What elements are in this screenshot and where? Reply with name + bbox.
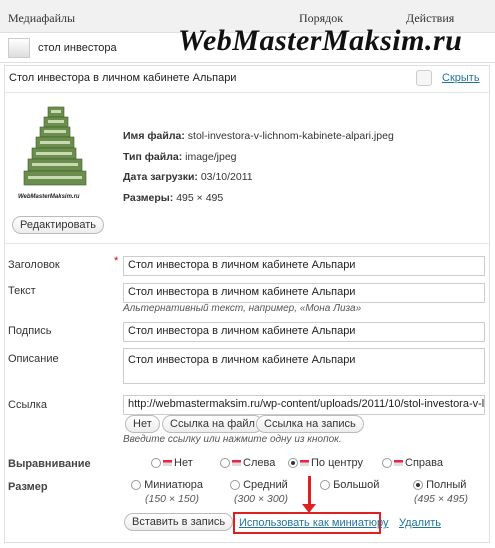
file-type: image/jpeg xyxy=(185,150,237,163)
size-label: Размер xyxy=(8,481,48,493)
panel-title: Стол инвестора в личном кабинете Альпари xyxy=(9,72,237,84)
caption-label: Подпись xyxy=(8,325,52,337)
link-label: Ссылка xyxy=(8,399,47,411)
caption-input[interactable]: Стол инвестора в личном кабинете Альпари xyxy=(123,322,485,342)
alt-text-hint: Альтернативный текст, например, «Мона Ли… xyxy=(123,303,362,314)
align-center-option[interactable]: По центру xyxy=(288,457,363,469)
align-center-icon xyxy=(300,460,309,467)
align-right-icon xyxy=(394,460,403,467)
watermark-logo: WebMasterMaksim.ru xyxy=(178,24,463,57)
align-none-icon xyxy=(163,460,172,467)
alt-text-label: Текст xyxy=(8,285,36,297)
size-large-option[interactable]: Большой xyxy=(320,479,379,491)
size-thumb-text: Миниатюра xyxy=(144,479,203,491)
size-thumb-radio[interactable] xyxy=(131,480,141,491)
align-none-option[interactable]: Нет xyxy=(151,457,193,469)
order-checkbox[interactable] xyxy=(416,70,432,86)
size-full-option[interactable]: Полный xyxy=(413,479,466,491)
align-left-radio[interactable] xyxy=(220,458,230,469)
panel-divider xyxy=(4,92,490,93)
align-label: Выравнивание xyxy=(8,458,91,470)
align-right-radio[interactable] xyxy=(382,458,392,469)
align-left-text: Слева xyxy=(243,457,276,469)
file-name: stol-investora-v-lichnom-kabinete-alpari… xyxy=(187,130,394,142)
required-marker: * xyxy=(114,255,119,267)
align-center-text: По центру xyxy=(311,457,363,469)
size-thumb-option[interactable]: Миниатюра xyxy=(131,479,203,491)
size-medium-option[interactable]: Средний xyxy=(230,479,288,491)
description-label: Описание xyxy=(8,353,59,365)
size-large-text: Большой xyxy=(333,479,380,491)
title-label: Заголовок xyxy=(8,259,60,271)
link-hint: Введите ссылку или нажмите одну из кнопо… xyxy=(123,434,342,445)
upload-date-label: Дата загрузки: xyxy=(123,171,198,183)
link-none-button[interactable]: Нет xyxy=(125,415,160,433)
align-center-radio[interactable] xyxy=(288,458,298,469)
alt-text-input[interactable]: Стол инвестора в личном кабинете Альпари xyxy=(123,283,485,303)
highlight-arrow xyxy=(308,476,311,506)
media-row-title: стол инвестора xyxy=(38,42,117,54)
dimensions-label: Размеры: xyxy=(123,191,174,204)
header-media: Медиафайлы xyxy=(8,11,76,25)
size-full-dim: (495 × 495) xyxy=(414,493,468,505)
size-large-radio[interactable] xyxy=(320,480,330,491)
money-tower-image xyxy=(20,103,92,205)
hide-link[interactable]: Скрыть xyxy=(442,72,480,84)
size-medium-radio[interactable] xyxy=(230,480,240,491)
align-left-icon xyxy=(232,460,241,467)
size-thumb-dim: (150 × 150) xyxy=(145,493,199,505)
edit-image-button[interactable]: Редактировать xyxy=(12,216,104,234)
title-input[interactable]: Стол инвестора в личном кабинете Альпари xyxy=(123,256,485,276)
image-caption: WebMasterMaksim.ru xyxy=(18,194,80,200)
align-none-text: Нет xyxy=(174,457,193,469)
size-medium-text: Средний xyxy=(243,479,288,491)
file-name-label: Имя файла: xyxy=(123,130,185,142)
align-right-option[interactable]: Справа xyxy=(382,457,443,469)
link-post-button[interactable]: Ссылка на запись xyxy=(256,415,364,433)
delete-link[interactable]: Удалить xyxy=(399,517,441,529)
file-type-label: Тип файла: xyxy=(123,150,183,163)
link-url-input[interactable]: http://webmastermaksim.ru/wp-content/upl… xyxy=(123,395,485,415)
align-none-radio[interactable] xyxy=(151,458,161,469)
upload-date: 03/10/2011 xyxy=(200,171,253,183)
align-left-option[interactable]: Слева xyxy=(220,457,275,469)
align-right-text: Справа xyxy=(405,457,443,469)
size-full-radio[interactable] xyxy=(413,480,423,491)
media-thumbnail xyxy=(8,38,30,58)
file-meta: Имя файла: stol-investora-v-lichnom-kabi… xyxy=(123,126,394,208)
panel-divider-2 xyxy=(4,243,490,244)
link-file-button[interactable]: Ссылка на файл xyxy=(162,415,263,433)
insert-into-post-button[interactable]: Вставить в запись xyxy=(124,513,234,531)
description-textarea[interactable]: Стол инвестора в личном кабинете Альпари xyxy=(123,348,485,384)
size-medium-dim: (300 × 300) xyxy=(234,493,288,505)
size-full-text: Полный xyxy=(426,479,467,491)
use-as-thumbnail-link[interactable]: Использовать как миниатюру xyxy=(239,517,388,529)
dimensions: 495 × 495 xyxy=(176,191,224,204)
